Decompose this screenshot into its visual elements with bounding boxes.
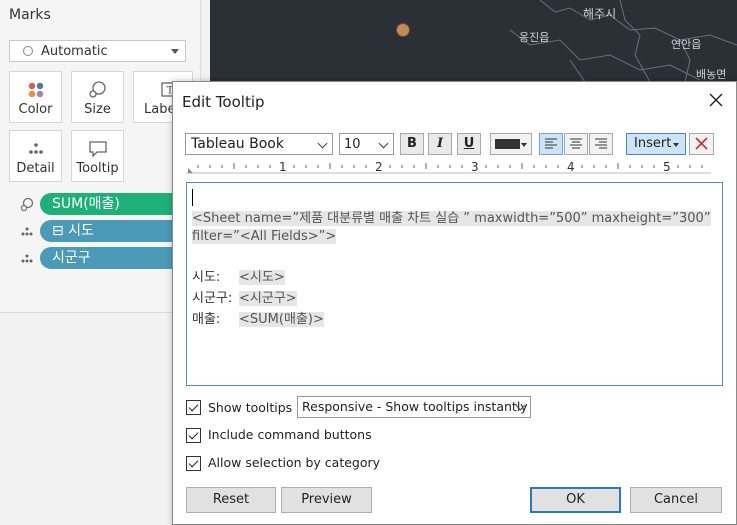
- filter-field-token[interactable]: filter=”<All Fields>”>: [192, 229, 337, 244]
- map-label-yeonan: 연안읍: [671, 38, 702, 51]
- size-icon: [20, 197, 34, 212]
- reset-button[interactable]: Reset: [186, 487, 276, 513]
- ok-button[interactable]: OK: [530, 487, 621, 513]
- insert-button[interactable]: Insert: [626, 133, 686, 155]
- underline-button[interactable]: U: [457, 133, 481, 155]
- sido-field-token[interactable]: <시도>: [239, 270, 285, 285]
- dropdown-arrow-icon: [521, 143, 527, 147]
- align-right-button[interactable]: [589, 133, 613, 155]
- map-view[interactable]: 해주시 옹진읍 연안읍 배농면: [210, 0, 737, 82]
- map-label-baenong: 배농면: [696, 68, 727, 81]
- preview-button[interactable]: Preview: [281, 487, 372, 513]
- map-label-ongjin: 옹진읍: [519, 31, 550, 44]
- cancel-button[interactable]: Cancel: [630, 487, 722, 513]
- color-icon: [28, 82, 43, 98]
- color-card-label: Color: [18, 102, 53, 117]
- detail-icon: [28, 143, 43, 154]
- ruler-label-1: 1: [279, 160, 287, 174]
- ruler-label-5: 5: [663, 160, 671, 174]
- detail-card-label: Detail: [16, 161, 55, 176]
- sigungu-field-token[interactable]: <시군구>: [239, 291, 297, 306]
- tooltip-card-label: Tooltip: [76, 161, 119, 176]
- color-card[interactable]: Color: [9, 71, 62, 123]
- sales-field-token[interactable]: <SUM(매출)>: [239, 312, 324, 327]
- clear-icon: [695, 137, 708, 150]
- close-icon[interactable]: [708, 92, 724, 108]
- edit-tooltip-dialog: Edit Tooltip Tableau Book 10 B I U Inser…: [172, 81, 737, 525]
- map-label-haeju: 해주시: [583, 7, 617, 21]
- ruler-label-2: 2: [375, 160, 383, 174]
- ruler-label-4: 4: [567, 160, 575, 174]
- size-icon: [88, 81, 106, 98]
- align-left-button[interactable]: [539, 133, 563, 155]
- indent-marker-icon: [188, 168, 193, 173]
- mark-type-value: Automatic: [41, 44, 108, 59]
- tooltip-mode-select[interactable]: Responsive - Show tooltips instantly: [297, 396, 531, 418]
- tooltip-editor[interactable]: <Sheet name=”제품 대분류별 매출 차트 실습 ” maxwidth…: [186, 182, 723, 386]
- size-card[interactable]: Size: [71, 71, 124, 123]
- circle-mark-icon: [23, 46, 33, 56]
- font-size-select[interactable]: 10: [339, 133, 394, 155]
- sheet-field-token[interactable]: <Sheet name=”제품 대분류별 매출 차트 실습 ” maxwidth…: [192, 211, 711, 226]
- bold-button[interactable]: B: [400, 133, 424, 155]
- marks-pane: Marks Automatic Color Size T Label Detai…: [0, 0, 210, 313]
- marks-title: Marks: [9, 7, 51, 23]
- show-tooltips-label: Show tooltips: [208, 400, 293, 415]
- font-size-value: 10: [344, 137, 361, 152]
- tooltip-icon: [88, 141, 107, 158]
- map-data-point[interactable]: [396, 23, 410, 37]
- row-label-sales: 매출:: [192, 312, 221, 327]
- font-family-select[interactable]: Tableau Book: [185, 133, 333, 155]
- row-label-sigungu: 시군구:: [192, 291, 233, 306]
- dialog-title: Edit Tooltip: [182, 93, 265, 111]
- allow-selection-label: Allow selection by category: [208, 455, 381, 470]
- text-cursor: [192, 189, 193, 206]
- tooltip-mode-value: Responsive - Show tooltips instantly: [302, 399, 528, 414]
- dropdown-arrow-icon: [171, 49, 179, 54]
- align-right-icon: [595, 138, 607, 149]
- clear-formatting-button[interactable]: [689, 133, 714, 155]
- insert-label: Insert: [634, 136, 672, 151]
- detail-card[interactable]: Detail: [9, 130, 62, 182]
- ruler: 1 2 3 4 5: [186, 160, 716, 174]
- chevron-down-icon: [378, 138, 389, 149]
- map-boundaries: [509, 0, 737, 82]
- italic-button[interactable]: I: [428, 133, 452, 155]
- size-card-label: Size: [84, 102, 111, 117]
- mark-type-dropdown[interactable]: Automatic: [9, 40, 186, 62]
- detail-icon: [21, 227, 33, 236]
- ruler-ticks: [186, 163, 711, 174]
- align-center-icon: [570, 138, 582, 149]
- dropdown-arrow-icon: [673, 143, 679, 147]
- font-family-value: Tableau Book: [191, 136, 284, 152]
- allow-selection-checkbox[interactable]: [186, 456, 201, 471]
- detail-icon: [21, 254, 33, 263]
- tooltip-card[interactable]: Tooltip: [71, 130, 124, 182]
- show-tooltips-checkbox[interactable]: [186, 400, 201, 415]
- row-label-sido: 시도:: [192, 270, 221, 285]
- color-swatch: [495, 139, 520, 149]
- align-left-icon: [545, 138, 557, 149]
- align-center-button[interactable]: [564, 133, 588, 155]
- ruler-label-3: 3: [471, 160, 479, 174]
- include-buttons-label: Include command buttons: [208, 427, 372, 442]
- include-buttons-checkbox[interactable]: [186, 428, 201, 443]
- chevron-down-icon: [317, 138, 328, 149]
- font-color-button[interactable]: [490, 133, 532, 155]
